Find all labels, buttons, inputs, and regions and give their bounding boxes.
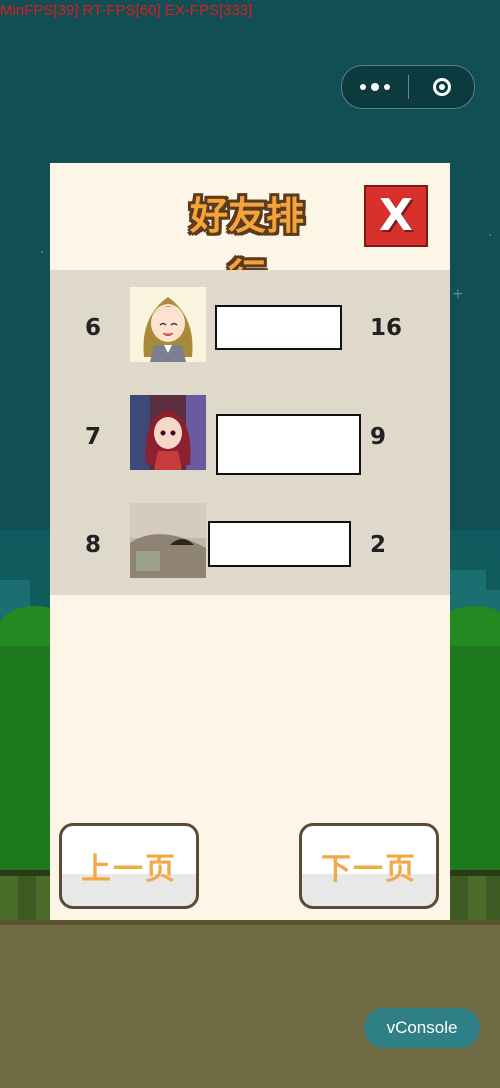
ranking-row: 8 2 <box>50 486 450 594</box>
score-value: 2 <box>370 532 387 558</box>
friend-ranking-panel: 好友排行 X 6 16 <box>50 163 450 920</box>
score-value: 16 <box>370 315 403 341</box>
vconsole-button[interactable]: vConsole <box>364 1008 480 1048</box>
close-button[interactable]: X <box>364 185 428 247</box>
close-x-icon: X <box>379 190 413 241</box>
next-page-button[interactable]: 下一页 <box>299 823 439 909</box>
player-name-box <box>215 305 342 350</box>
anime-character-avatar-icon <box>130 395 206 470</box>
dot-icon <box>384 84 390 90</box>
photo-avatar-icon <box>130 503 206 578</box>
ranking-list: 6 16 7 9 8 2 <box>50 270 450 595</box>
miniprogram-capsule <box>341 65 475 109</box>
more-options-button[interactable] <box>342 66 408 108</box>
panel-title: 好友排行 <box>189 194 304 300</box>
star-decoration: · <box>40 245 45 261</box>
ranking-row: 7 9 <box>50 378 450 486</box>
fps-counter: MinFPS[39] RT-FPS[60] EX-FPS[333] <box>0 2 253 19</box>
rank-number: 8 <box>84 532 101 558</box>
ranking-row: 6 16 <box>50 270 450 378</box>
player-name-box <box>208 521 351 567</box>
dot-icon <box>371 83 379 91</box>
dot-icon <box>360 84 366 90</box>
background-ground <box>0 920 500 1088</box>
score-value: 9 <box>370 424 387 450</box>
rank-number: 7 <box>84 424 101 450</box>
previous-page-button[interactable]: 上一页 <box>59 823 199 909</box>
target-circle-icon <box>432 78 451 96</box>
player-name-box <box>216 414 361 475</box>
star-decoration: · <box>488 228 493 244</box>
star-decoration: + <box>452 286 464 302</box>
anime-girl-avatar-icon <box>130 287 206 362</box>
exit-miniprogram-button[interactable] <box>409 66 474 108</box>
rank-number: 6 <box>84 315 101 341</box>
